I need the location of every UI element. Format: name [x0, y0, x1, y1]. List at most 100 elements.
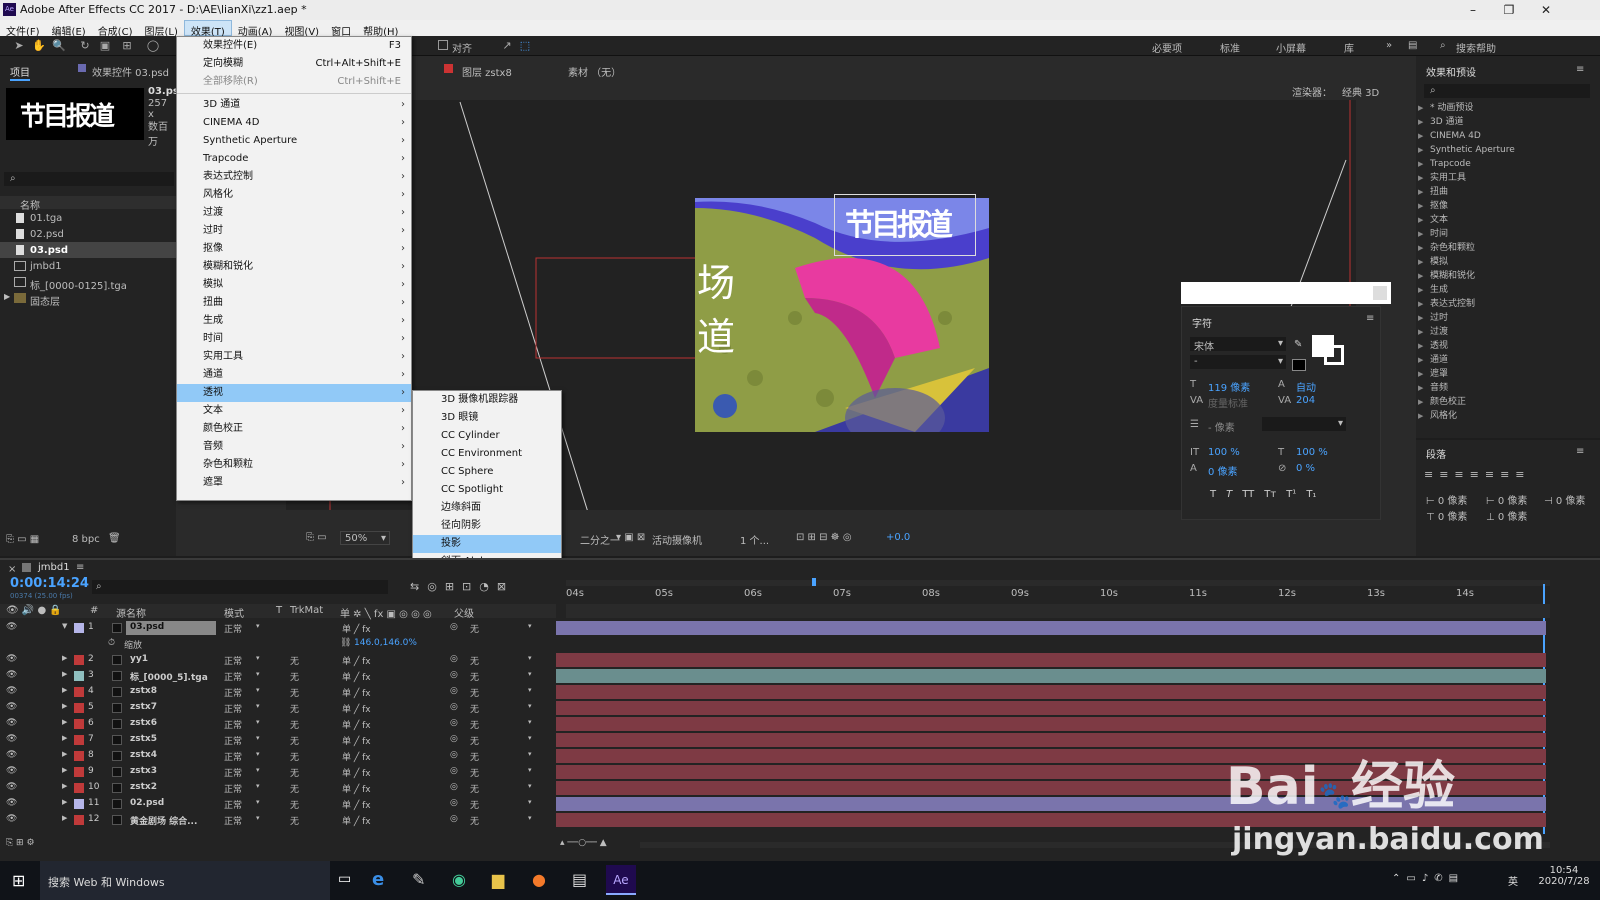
menu-category-perspective[interactable]: 透视 › [177, 384, 411, 402]
layer-name[interactable]: zstx8 [126, 685, 216, 699]
label-swatch[interactable] [74, 671, 84, 681]
firefox-icon[interactable]: ● [532, 870, 546, 889]
menu-category[interactable]: 生成 › [177, 312, 411, 330]
layer-switches[interactable]: 单 ╱ fx [342, 766, 371, 779]
fx-item[interactable]: 文本 [1416, 213, 1586, 227]
blend-mode-dropdown[interactable]: 正常 [224, 702, 242, 715]
twirl-icon[interactable]: ▶ [62, 702, 67, 710]
layer-name[interactable]: zstx4 [126, 749, 216, 763]
twirl-icon[interactable]: ▶ [62, 670, 67, 678]
layer-switches[interactable]: 单 ╱ fx [342, 702, 371, 715]
floating-panel-header[interactable] [1181, 282, 1391, 304]
camera-dropdown[interactable]: 活动摄像机 [652, 532, 702, 547]
layer-switches[interactable]: 单 ╱ fx [342, 782, 371, 795]
snap-target-icon[interactable]: ⬚ [518, 39, 532, 53]
trkmat-dropdown[interactable]: 无 [290, 766, 299, 779]
blend-mode-dropdown[interactable]: 正常 [224, 734, 242, 747]
layer-name[interactable]: zstx6 [126, 717, 216, 731]
layer-name[interactable]: zstx3 [126, 765, 216, 779]
layer-duration-bar[interactable] [556, 685, 1546, 699]
twirl-icon[interactable]: ▶ [62, 782, 67, 790]
submenu-item[interactable]: 边缘斜面 [413, 499, 561, 517]
snap-option-icon[interactable]: ↗ [500, 39, 514, 53]
layer-name[interactable]: zstx5 [126, 733, 216, 747]
visibility-icon[interactable]: 👁 [6, 782, 17, 792]
menu-category[interactable]: 模拟 › [177, 276, 411, 294]
parent-dropdown[interactable]: 无 [470, 654, 479, 667]
align-buttons[interactable]: ≡≡≡≡≡≡≡ [1424, 468, 1531, 481]
twirl-icon[interactable]: ▶ [62, 750, 67, 758]
visibility-icon[interactable]: 👁 [6, 798, 17, 808]
viewer-footer-icons[interactable]: ⎘ ▭ [306, 532, 327, 543]
workspace-standard[interactable]: 标准 [1220, 40, 1240, 55]
stroke-style-dropdown[interactable]: ▾ [1262, 417, 1346, 431]
parent-dropdown[interactable]: 无 [470, 814, 479, 827]
trkmat-dropdown[interactable]: 无 [290, 718, 299, 731]
layer-switches[interactable]: 单 ╱ fx [342, 622, 371, 635]
trkmat-dropdown[interactable]: 无 [290, 750, 299, 763]
layer-duration-bar[interactable] [556, 669, 1546, 683]
fx-item[interactable]: 通道 [1416, 353, 1586, 367]
visibility-icon[interactable]: 👁 [6, 702, 17, 712]
workspace-small-screen[interactable]: 小屏幕 [1276, 40, 1306, 55]
snap-checkbox[interactable] [438, 40, 448, 50]
menu-category[interactable]: 过时 › [177, 222, 411, 240]
parent-dropdown[interactable]: 无 [470, 750, 479, 763]
parent-pickwhip-icon[interactable]: ◎ [450, 670, 458, 680]
vertical-scale-value[interactable]: 100 % [1208, 447, 1240, 458]
bpc-label[interactable]: 8 bpc [72, 534, 100, 545]
resolution-dropdown[interactable]: 二分之一 [580, 532, 620, 547]
views-dropdown[interactable]: 1 个... [740, 532, 769, 547]
horizontal-scale-value[interactable]: 100 % [1296, 447, 1328, 458]
menu-window[interactable]: 窗口 [325, 21, 357, 38]
menu-item-effect-controls[interactable]: 效果控件(E) F3 [177, 37, 411, 55]
renderer-value[interactable]: 经典 3D [1342, 84, 1379, 99]
search-help-field[interactable]: 搜索帮助 [1456, 40, 1496, 55]
parent-pickwhip-icon[interactable]: ◎ [450, 686, 458, 696]
parent-dropdown[interactable]: 无 [470, 686, 479, 699]
shape-tool-icon[interactable]: ◯ [146, 39, 160, 53]
submenu-item[interactable]: CC Cylinder [413, 427, 561, 445]
stroke-width-value[interactable]: - 像素 [1208, 419, 1235, 434]
trkmat-dropdown[interactable]: 无 [290, 654, 299, 667]
menu-category[interactable]: 遮罩 › [177, 474, 411, 492]
visibility-icon[interactable]: 👁 [6, 622, 17, 632]
layer-row[interactable]: 👁 ▶ 6 zstx6 正常 ▾ 无单 ╱ fx ◎ 无 ▾ [0, 716, 1600, 732]
fx-item[interactable]: 模糊和锐化 [1416, 269, 1586, 283]
parent-pickwhip-icon[interactable]: ◎ [450, 718, 458, 728]
layer-duration-bar[interactable] [556, 621, 1546, 635]
layer-switches[interactable]: 单 ╱ fx [342, 654, 371, 667]
trkmat-dropdown[interactable]: 无 [290, 734, 299, 747]
link-icon[interactable]: ⛓ [340, 638, 351, 648]
trkmat-dropdown[interactable]: 无 [290, 798, 299, 811]
menu-category[interactable]: 文本 › [177, 402, 411, 420]
timeline-footer-icons[interactable]: ⎘ ⊞ ⚙ [6, 838, 35, 848]
space-before[interactable]: ⊤ 0 像素 [1426, 508, 1467, 523]
blend-mode-dropdown[interactable]: 正常 [224, 718, 242, 731]
tab-effect-controls[interactable]: 效果控件 03.psd [92, 64, 169, 79]
workspace-essentials[interactable]: 必要项 [1152, 40, 1182, 55]
project-search-input[interactable]: ⌕ [4, 172, 174, 186]
menu-category[interactable]: 通道 › [177, 366, 411, 384]
tab-layer[interactable]: 图层 zstx8 [462, 64, 512, 79]
current-timecode[interactable]: 0:00:14:24 [10, 576, 89, 591]
layer-row[interactable]: 👁 ▶ 2 yy1 正常 ▾ 无单 ╱ fx ◎ 无 ▾ [0, 652, 1600, 668]
label-swatch[interactable] [74, 735, 84, 745]
camera-tool-icon[interactable]: ▣ [98, 39, 112, 53]
layer-row[interactable]: 👁 ▼ 1 03.psd 正常 ▾ 单 ╱ fx ◎ 无 ▾ [0, 620, 1600, 636]
fx-item[interactable]: 过时 [1416, 311, 1586, 325]
twirl-icon[interactable]: ▶ [62, 734, 67, 742]
fx-item[interactable]: Synthetic Aperture [1416, 143, 1586, 157]
list-item[interactable]: jmbd1 [0, 258, 176, 274]
parent-pickwhip-icon[interactable]: ◎ [450, 702, 458, 712]
visibility-icon[interactable]: 👁 [6, 686, 17, 696]
list-item[interactable]: ▶ 固态层 [0, 290, 176, 308]
menu-category[interactable]: 过渡 › [177, 204, 411, 222]
menu-category[interactable]: CINEMA 4D › [177, 114, 411, 132]
work-area-start-handle[interactable] [812, 578, 816, 586]
blend-mode-dropdown[interactable]: 正常 [224, 622, 242, 635]
fx-item[interactable]: 扭曲 [1416, 185, 1586, 199]
parent-dropdown[interactable]: 无 [470, 782, 479, 795]
layer-switches[interactable]: 单 ╱ fx [342, 734, 371, 747]
workspace-panel-icon[interactable]: ▤ [1408, 40, 1417, 51]
